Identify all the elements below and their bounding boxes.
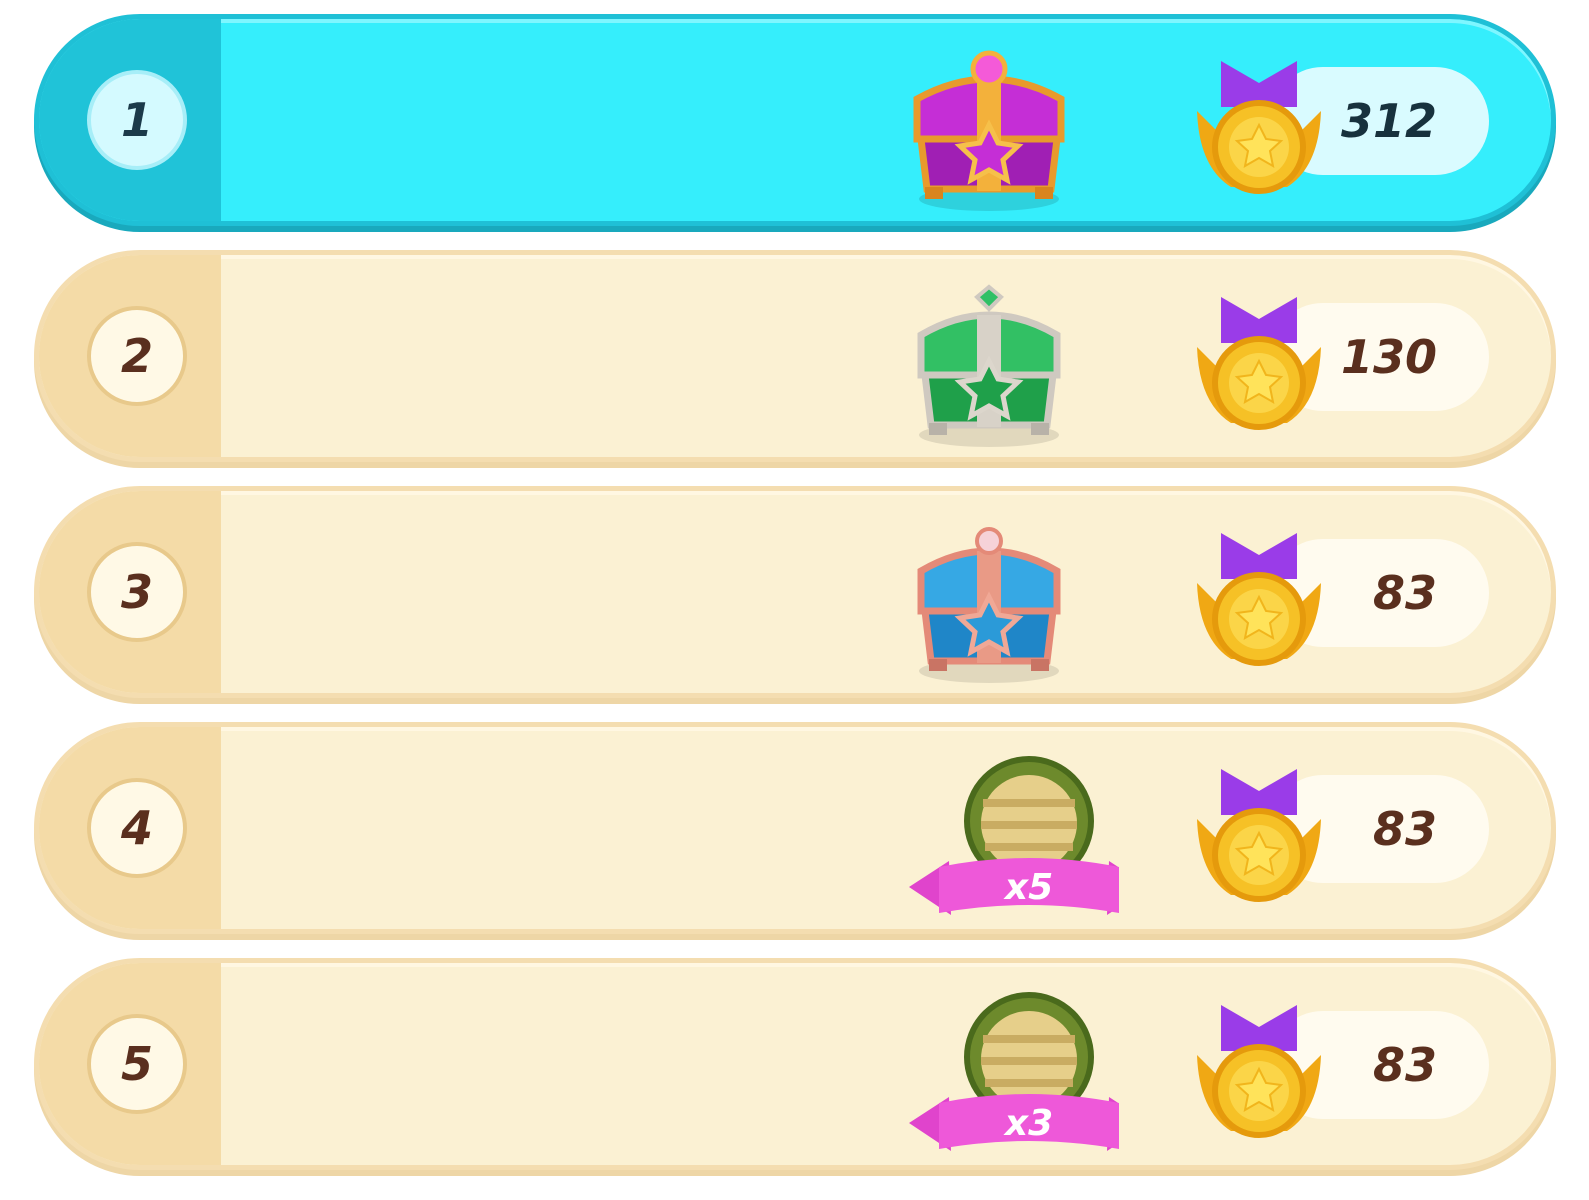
gold-star-medal-icon [1179,755,1339,915]
leaderboard-row-2[interactable]: 2 130 [34,250,1556,462]
reward-quantity-label: x3 [1003,1103,1053,1144]
gold-star-medal-icon [1179,519,1339,679]
rank-badge: 2 [87,306,187,406]
rank-badge: 5 [87,1014,187,1114]
gold-star-medal-icon [1179,283,1339,443]
rank-badge: 1 [87,70,187,170]
gold-star-medal-icon [1179,47,1339,207]
leaderboard-row-3[interactable]: 3 83 [34,486,1556,698]
leaderboard-row-4[interactable]: 4 x5 83 [34,722,1556,934]
rank-badge: 3 [87,542,187,642]
wooden-barrel-icon: x3 [859,973,1119,1163]
purple-treasure-chest-icon [859,29,1119,219]
rank-badge: 4 [87,778,187,878]
gold-star-medal-icon [1179,991,1339,1151]
green-treasure-chest-icon [859,265,1119,455]
leaderboard-row-1[interactable]: 1 312 [34,14,1556,226]
reward-quantity-label: x5 [1003,867,1053,908]
leaderboard-row-5[interactable]: 5 x3 83 [34,958,1556,1170]
wooden-barrel-icon: x5 [859,737,1119,927]
blue-treasure-chest-icon [859,501,1119,691]
